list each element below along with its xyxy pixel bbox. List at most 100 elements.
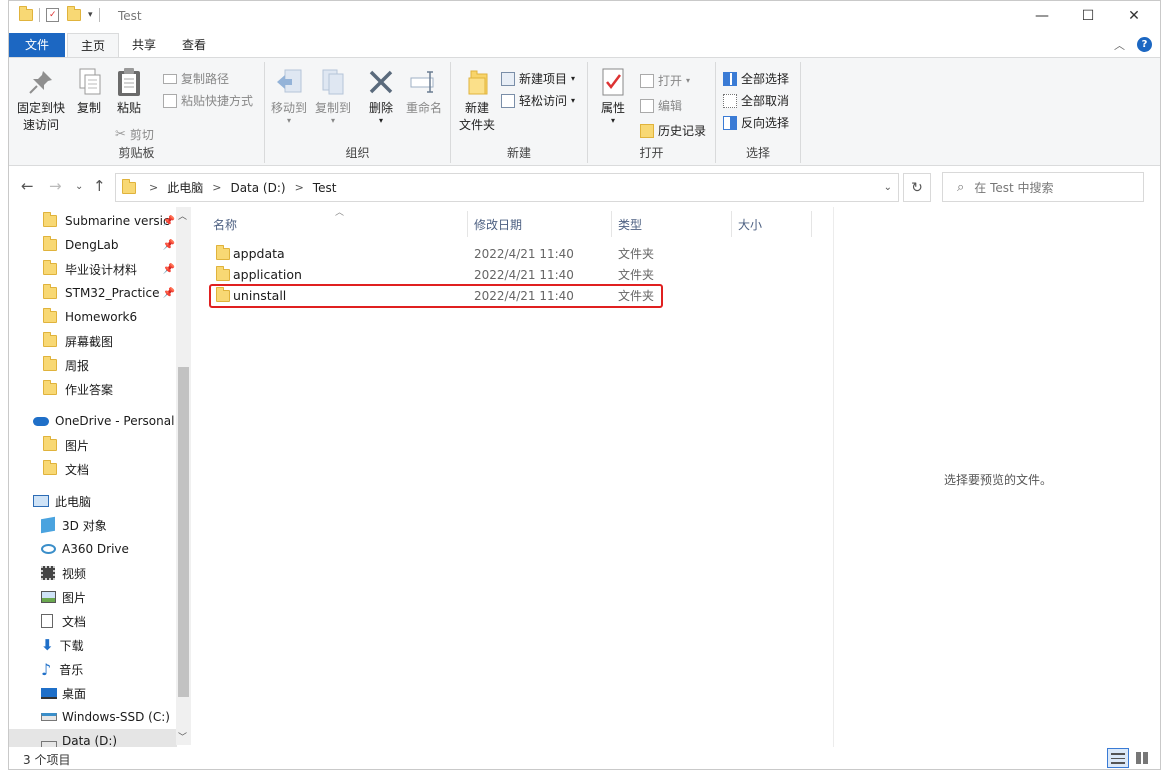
documents-icon xyxy=(41,614,53,628)
customize-qa-dropdown-icon[interactable]: ▾ xyxy=(88,10,93,20)
title-bar: ✓ ▾ Test — ☐ ✕ xyxy=(9,1,1160,33)
history-button[interactable]: 历史记录 xyxy=(640,122,706,139)
pin-quick-access-button[interactable]: 固定到快 速访问 xyxy=(15,66,67,134)
breadcrumb-test[interactable]: Test xyxy=(313,181,337,195)
details-view-button[interactable] xyxy=(1107,748,1129,768)
nav-item-onedrive-documents[interactable]: 文档 xyxy=(9,457,177,481)
new-item-button[interactable]: 新建项目 ▾ xyxy=(501,70,575,87)
nav-item-downloads[interactable]: ⬇ 下载 xyxy=(9,633,177,657)
nav-item-videos[interactable]: 视频 xyxy=(9,561,177,585)
column-name[interactable]: 名称 xyxy=(213,216,237,233)
ribbon: 固定到快 速访问 复制 粘贴 复制路径 粘贴快捷方式 ✂ 剪切 剪贴板 移动到 … xyxy=(9,57,1160,166)
scroll-up-icon[interactable]: ︿ xyxy=(178,209,187,222)
chevron-right-icon[interactable]: > xyxy=(295,181,304,194)
tab-view[interactable]: 查看 xyxy=(169,33,219,57)
copy-path-button[interactable]: 复制路径 xyxy=(163,70,229,87)
tab-share[interactable]: 共享 xyxy=(119,33,169,57)
search-input[interactable]: ⌕ 在 Test 中搜索 xyxy=(942,172,1144,202)
nav-item-data-d[interactable]: Data (D:) xyxy=(9,729,177,747)
nav-item-quick[interactable]: Submarine versic 📌 xyxy=(9,209,177,233)
invert-selection-icon xyxy=(723,115,737,130)
nav-item-this-pc[interactable]: 此电脑 xyxy=(9,489,177,513)
copy-path-icon xyxy=(163,73,177,84)
nav-item-pictures[interactable]: 图片 xyxy=(9,585,177,609)
column-size[interactable]: 大小 xyxy=(738,216,762,233)
back-arrow-icon[interactable]: ← xyxy=(21,177,34,195)
recent-locations-dropdown-icon[interactable]: ⌄ xyxy=(75,181,83,192)
address-bar[interactable]: > 此电脑 > Data (D:) > Test ⌄ xyxy=(115,173,899,202)
easy-access-dropdown-icon: ▾ xyxy=(571,96,576,105)
new-group: 新建 文件夹 新建项目 ▾ 轻松访问 ▾ 新建 xyxy=(451,62,588,163)
nav-item-label: OneDrive - Personal xyxy=(55,414,175,428)
collapse-ribbon-icon[interactable]: ︿ xyxy=(1114,37,1125,53)
up-arrow-icon[interactable]: ↑ xyxy=(93,177,106,195)
nav-item-music[interactable]: ♪ 音乐 xyxy=(9,657,177,681)
close-button[interactable]: ✕ xyxy=(1111,1,1157,31)
properties-qa-icon[interactable]: ✓ xyxy=(46,8,59,22)
paste-shortcut-button[interactable]: 粘贴快捷方式 xyxy=(163,92,253,109)
nav-item-quick[interactable]: STM32_Practice 📌 xyxy=(9,281,177,305)
new-folder-qa-icon[interactable] xyxy=(67,6,81,21)
edit-icon xyxy=(640,98,654,113)
new-folder-button[interactable]: 新建 文件夹 xyxy=(455,66,499,134)
paste-shortcut-label: 粘贴快捷方式 xyxy=(181,94,254,108)
cut-button[interactable]: ✂ 剪切 xyxy=(115,126,154,143)
delete-button[interactable]: 删除 ▾ xyxy=(363,66,399,125)
breadcrumb-this-pc[interactable]: 此电脑 xyxy=(167,179,203,196)
nav-item-onedrive[interactable]: OneDrive - Personal xyxy=(9,409,177,433)
nav-item-desktop[interactable]: 桌面 xyxy=(9,681,177,705)
easy-access-button[interactable]: 轻松访问 ▾ xyxy=(501,92,575,109)
details-view-icon xyxy=(1111,752,1125,764)
folder-icon xyxy=(43,332,57,347)
column-type[interactable]: 类型 xyxy=(618,216,642,233)
invert-selection-button[interactable]: 反向选择 xyxy=(723,114,789,131)
tab-file[interactable]: 文件 xyxy=(9,33,65,57)
maximize-button[interactable]: ☐ xyxy=(1065,1,1111,31)
breadcrumb-data-d[interactable]: Data (D:) xyxy=(230,181,285,195)
nav-item-a360-drive[interactable]: A360 Drive xyxy=(9,537,177,561)
nav-item-quick[interactable]: 毕业设计材料 📌 xyxy=(9,257,177,281)
column-date[interactable]: 修改日期 xyxy=(474,216,522,233)
select-none-button[interactable]: 全部取消 xyxy=(723,92,789,109)
nav-item-label: 文档 xyxy=(62,614,87,629)
nav-item-quick[interactable]: 作业答案 xyxy=(9,377,177,401)
nav-item-onedrive-pictures[interactable]: 图片 xyxy=(9,433,177,457)
copy-button[interactable]: 复制 xyxy=(71,66,107,117)
file-row[interactable]: appdata 2022/4/21 11:40 文件夹 xyxy=(207,243,662,264)
chevron-right-icon[interactable]: > xyxy=(212,181,221,194)
rename-button[interactable]: 重命名 xyxy=(403,66,445,117)
pin-label-1: 固定到快 xyxy=(16,101,65,115)
nav-item-quick[interactable]: 屏幕截图 xyxy=(9,329,177,353)
file-row[interactable]: application 2022/4/21 11:40 文件夹 xyxy=(207,264,662,285)
address-dropdown-icon[interactable]: ⌄ xyxy=(884,182,892,193)
clipboard-group: 固定到快 速访问 复制 粘贴 复制路径 粘贴快捷方式 ✂ 剪切 剪贴板 xyxy=(9,62,265,163)
nav-item-windows-ssd[interactable]: Windows-SSD (C:) xyxy=(9,705,177,729)
chevron-right-icon[interactable]: > xyxy=(149,181,158,194)
help-icon[interactable]: ? xyxy=(1137,37,1152,52)
move-to-button[interactable]: 移动到 ▾ xyxy=(269,66,309,125)
refresh-button[interactable]: ↻ xyxy=(903,173,931,202)
nav-item-documents[interactable]: 文档 xyxy=(9,609,177,633)
properties-button[interactable]: 属性 ▾ xyxy=(592,66,634,125)
nav-item-3d-objects[interactable]: 3D 对象 xyxy=(9,513,177,537)
paste-button[interactable]: 粘贴 xyxy=(111,66,147,117)
new-folder-label-2: 文件夹 xyxy=(458,118,495,132)
forward-arrow-icon[interactable]: → xyxy=(49,177,62,195)
nav-item-quick[interactable]: Homework6 xyxy=(9,305,177,329)
minimize-button[interactable]: — xyxy=(1019,1,1065,31)
open-button[interactable]: 打开 ▾ xyxy=(640,72,690,89)
nav-item-quick[interactable]: 周报 xyxy=(9,353,177,377)
invert-selection-label: 反向选择 xyxy=(741,116,790,130)
large-icons-view-button[interactable] xyxy=(1131,748,1153,768)
edit-button[interactable]: 编辑 xyxy=(640,97,682,114)
tab-home[interactable]: 主页 xyxy=(67,33,120,57)
delete-dropdown-icon: ▾ xyxy=(378,116,383,125)
folder-icon xyxy=(216,266,230,281)
new-folder-label-1: 新建 xyxy=(464,101,489,115)
scrollbar-thumb[interactable] xyxy=(178,367,189,697)
nav-scrollbar[interactable]: ︿ ﹀ xyxy=(176,207,191,745)
select-all-button[interactable]: 全部选择 xyxy=(723,70,789,87)
scroll-down-icon[interactable]: ﹀ xyxy=(178,730,187,743)
copy-to-button[interactable]: 复制到 ▾ xyxy=(311,66,355,125)
nav-item-quick[interactable]: DengLab 📌 xyxy=(9,233,177,257)
